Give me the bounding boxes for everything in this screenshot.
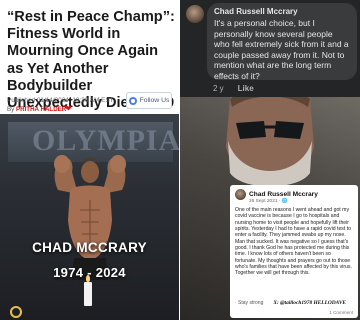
comment-bubble: Chad Russell Mccrary It's a personal cho… bbox=[207, 3, 357, 81]
comment-text: It's a personal choice, but I personally… bbox=[214, 18, 349, 81]
publish-date: Published 01/14/2024, 10:20 AM EST bbox=[7, 97, 114, 104]
post-date[interactable]: 26 Sept 2021 · 🌐 bbox=[249, 199, 353, 204]
candle-icon bbox=[84, 275, 92, 306]
selfie-panel: Chad Russell Mccrary 26 Sept 2021 · 🌐 On… bbox=[180, 97, 360, 320]
avatar[interactable] bbox=[235, 189, 246, 200]
like-button[interactable]: Like bbox=[238, 84, 254, 93]
stay-strong-text: · Stay strong bbox=[235, 300, 264, 306]
follow-us-button[interactable]: Follow Us bbox=[126, 92, 172, 109]
comment-meta: 2 y Like bbox=[213, 84, 254, 93]
olympia-logo-icon bbox=[10, 306, 22, 318]
heart-icon: ❤ bbox=[65, 104, 72, 113]
post-author[interactable]: Chad Russell Mccrary bbox=[249, 191, 318, 198]
comment-age[interactable]: 2 y bbox=[213, 84, 224, 93]
google-news-icon bbox=[128, 96, 137, 105]
facebook-post: Chad Russell Mccrary 26 Sept 2021 · 🌐 On… bbox=[230, 185, 358, 318]
comment-card: Chad Russell Mccrary It's a personal cho… bbox=[180, 0, 360, 97]
post-footer: · Stay strong X: @tailloch1978 HELLODAVE bbox=[235, 300, 346, 306]
author-link[interactable]: PRITHA HALDER bbox=[16, 106, 66, 113]
avatar[interactable] bbox=[186, 5, 204, 23]
article-panel: “Rest in Peace Champ”: Fitness World in … bbox=[0, 0, 179, 320]
byline: By PRITHA HALDER bbox=[7, 106, 66, 113]
follow-label: Follow Us bbox=[139, 97, 170, 104]
memorial-name: CHAD MCCRARY bbox=[32, 240, 147, 255]
byline-prefix: By bbox=[7, 106, 15, 113]
selfie-face bbox=[226, 97, 314, 187]
comment-author[interactable]: Chad Russell Mccrary bbox=[214, 7, 350, 16]
article-photo: OLYMPIA CHAD MCCRARY 1974 - 2024 bbox=[0, 114, 179, 320]
post-text: One of the main reasons I went ahead and… bbox=[235, 207, 352, 277]
social-handle: X: @tailloch1978 HELLODAVE bbox=[273, 300, 347, 306]
comment-count[interactable]: 1 Comment bbox=[329, 310, 353, 315]
